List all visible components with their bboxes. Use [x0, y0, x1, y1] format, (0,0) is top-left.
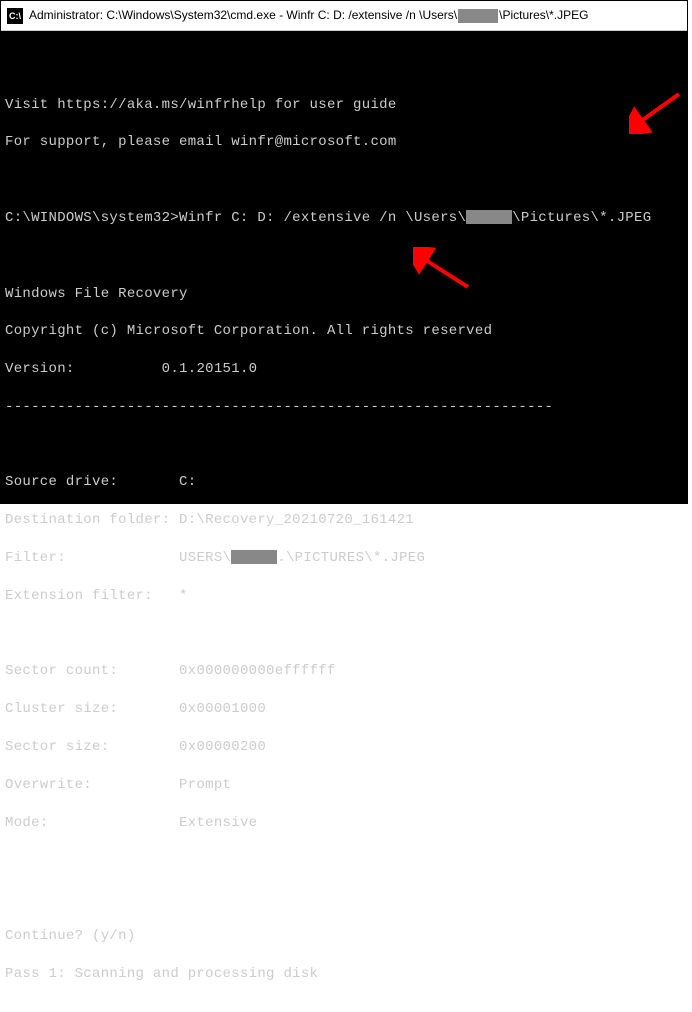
titlebar[interactable]: C:\ Administrator: C:\Windows\System32\c… — [1, 1, 687, 31]
version-line: Version: 0.1.20151.0 — [5, 360, 683, 379]
destination-line: Destination folder: D:\Recovery_20210720… — [5, 511, 683, 530]
support-email-line: For support, please email winfr@microsof… — [5, 133, 683, 152]
blank-line — [5, 171, 683, 190]
blank-line — [5, 889, 683, 908]
continue-prompt-line: Continue? (y/n) — [5, 927, 683, 946]
window-title: Administrator: C:\Windows\System32\cmd.e… — [29, 8, 589, 23]
blank-line — [5, 247, 683, 266]
ext-filter-line: Extension filter: * — [5, 587, 683, 606]
overwrite-line: Overwrite: Prompt — [5, 776, 683, 795]
source-drive-line: Source drive: C: — [5, 473, 683, 492]
sector-count-line: Sector count: 0x000000000effffff — [5, 662, 683, 681]
terminal-output[interactable]: Visit https://aka.ms/winfrhelp for user … — [1, 31, 687, 1012]
command-prompt-line: C:\WINDOWS\system32>Winfr C: D: /extensi… — [5, 209, 683, 228]
separator-line: ----------------------------------------… — [5, 398, 683, 417]
help-url-line: Visit https://aka.ms/winfrhelp for user … — [5, 96, 683, 115]
blank-line — [5, 58, 683, 77]
redacted-username — [466, 210, 512, 224]
cluster-size-line: Cluster size: 0x00001000 — [5, 700, 683, 719]
sector-size-line: Sector size: 0x00000200 — [5, 738, 683, 757]
copyright-line: Copyright (c) Microsoft Corporation. All… — [5, 322, 683, 341]
cmd-icon: C:\ — [7, 8, 23, 24]
mode-line: Mode: Extensive — [5, 814, 683, 833]
blank-line — [5, 625, 683, 644]
redacted-username — [231, 550, 277, 564]
blank-line — [5, 436, 683, 455]
cmd-window: C:\ Administrator: C:\Windows\System32\c… — [0, 0, 688, 504]
redacted-username — [458, 9, 498, 23]
blank-line — [5, 851, 683, 870]
filter-line: Filter: USERS\.\PICTURES\*.JPEG — [5, 549, 683, 568]
app-name-line: Windows File Recovery — [5, 285, 683, 304]
pass-scan-line: Pass 1: Scanning and processing disk — [5, 965, 683, 984]
